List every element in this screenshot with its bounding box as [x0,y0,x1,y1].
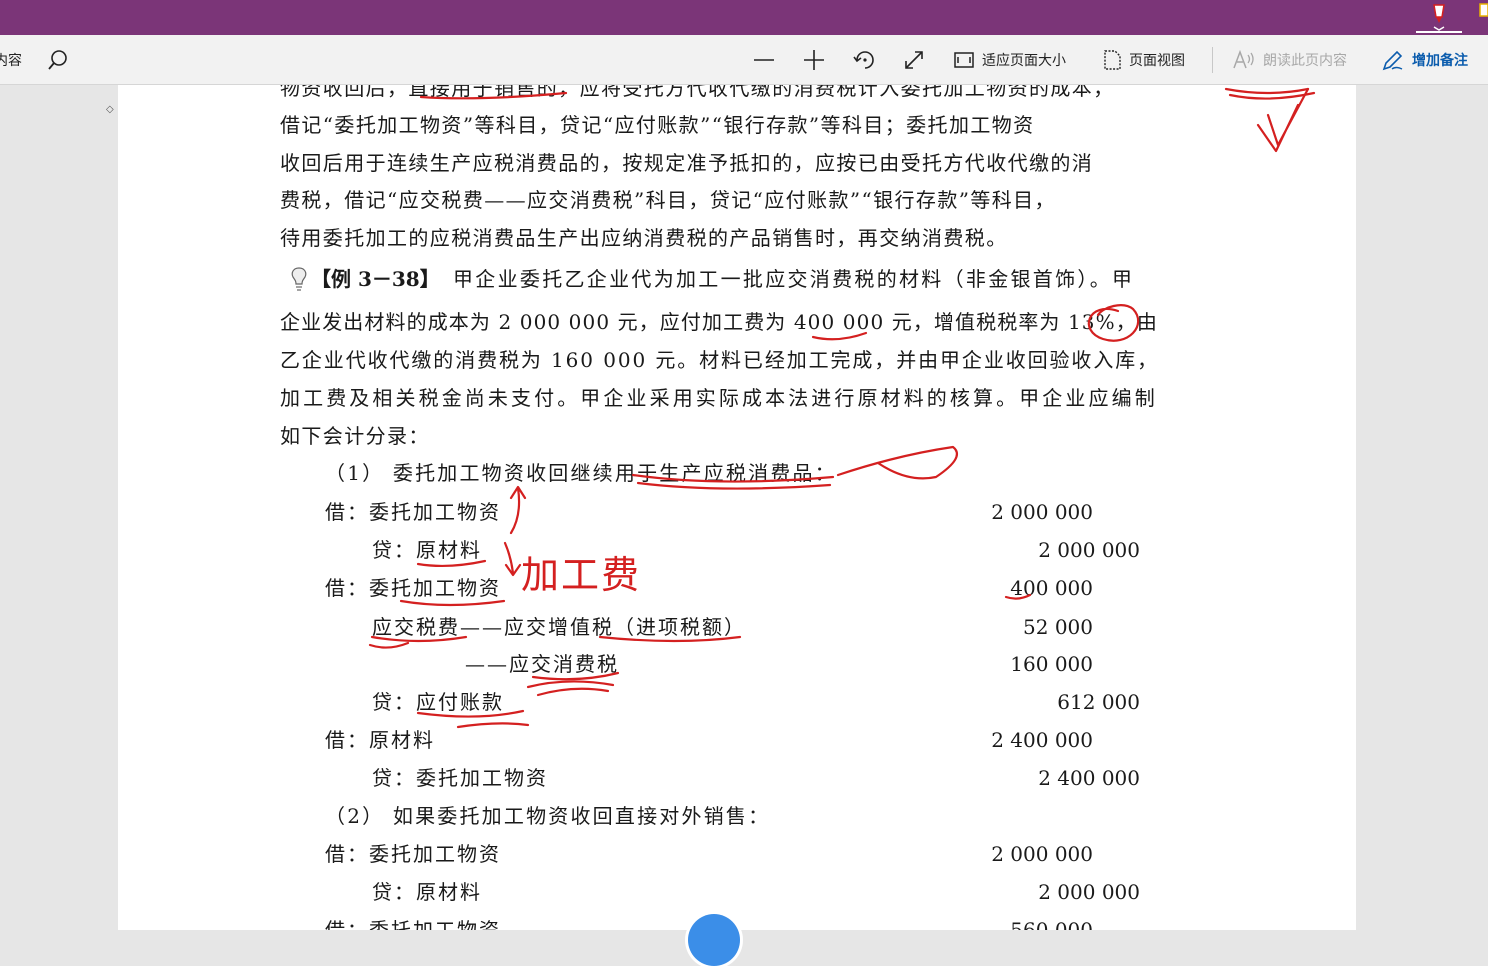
page-view-icon [1104,50,1121,70]
pen-icon [1433,4,1445,31]
entry-amount: 2 400 000 [1038,766,1140,790]
read-aloud-button[interactable]: 朗读此页内容 [1233,35,1347,85]
example-line: 甲企业委托乙企业代为加工一批应交消费税的材料（非金银首饰）。甲 [453,267,1135,291]
entry-text: 贷：原材料 [372,538,482,562]
body-line: 物资收回后，直接用于销售的，应将受托方代收代缴的消费税计入委托加工物资的成本， [280,85,1115,100]
entry-text: 贷：原材料 [372,880,482,904]
add-notes-button[interactable]: 增加备注 [1382,35,1468,85]
title-bar [0,0,1488,35]
highlighter-icon[interactable] [1476,2,1488,26]
page-view-button[interactable]: 页面视图 [1103,35,1185,85]
add-notes-label: 增加备注 [1412,53,1468,69]
read-aloud-label: 朗读此页内容 [1263,53,1347,69]
fullscreen-button[interactable] [903,35,925,85]
body-line: 借记“委托加工物资”等科目，贷记“应付账款”“银行存款”等科目；委托加工物资 [280,113,1035,137]
ink-scribble-consumption-tax [526,671,620,697]
handwritten-annotation: 加工费 [521,553,642,597]
entry-amount: 2 000 000 [991,500,1093,524]
read-aloud-icon [1233,50,1254,69]
section-heading: （2） 如果委托加工物资收回直接对外销售： [325,804,771,828]
ink-arrow-down [503,541,522,577]
entry-text: 借：委托加工物资 [325,918,501,930]
zoom-in-button[interactable] [803,35,825,85]
entry-text: 借：原材料 [325,728,435,752]
entry-text: 应交税费——应交增值税（进项税额） [372,615,746,639]
entry-text: 贷：委托加工物资 [372,766,548,790]
fit-page-label: 适应页面大小 [982,53,1066,69]
zoom-out-button[interactable] [753,35,775,85]
zoom-in-icon [804,50,824,70]
floating-action-button[interactable] [688,914,740,966]
ink-scribble [1224,87,1316,100]
section-heading: （1） 委托加工物资收回继续用于生产应税消费品： [325,461,837,485]
lightbulb-icon [288,266,310,297]
entry-amount: 2 400 000 [991,728,1093,752]
entry-amount: 560 000 [1010,918,1093,930]
read-content-cut-label[interactable]: 内容 [0,35,22,85]
example-label: 【例 3－38】 [311,267,440,291]
ink-arrow-up [509,485,527,535]
document-page: 物资收回后，直接用于销售的，应将受托方代收代缴的消费税计入委托加工物资的成本， … [118,85,1356,930]
ink-underline-entrusted [399,599,506,607]
example-line: 企业发出材料的成本为 2 000 000 元，应付加工费为 400 000 元，… [280,310,1158,334]
entry-amount: 400 000 [1010,576,1093,600]
ink-arrow-scribble [836,445,958,480]
entry-text: ——应交消费税 [465,652,619,676]
rotate-button[interactable] [853,35,877,85]
entry-amount: 52 000 [1023,615,1093,639]
reader-toolbar: 内容 适应页面大小 页面视图 朗读此页内容 增加备注 [0,35,1488,85]
fit-page-icon [954,52,974,68]
body-line: 收回后用于连续生产应税消费品的，按规定准予抵扣的，应按已由受托方代收代缴的消 [280,151,1094,175]
scroll-marker: ◇ [106,104,114,115]
fit-page-button[interactable]: 适应页面大小 [954,35,1066,85]
rotate-icon [853,51,874,69]
body-line: 费税，借记“应交税费——应交消费税”科目，贷记“应付账款”“银行存款”等科目， [280,188,1056,212]
example-line: 乙企业代收代缴的消费税为 160 000 元。材料已经加工完成，并由甲企业收回验… [280,348,1160,372]
body-line: 待用委托加工的应税消费品生产出应纳消费税的产品销售时，再交纳消费税。 [280,226,1008,250]
pen-tool-tab[interactable] [1416,2,1462,33]
example-line: 如下会计分录： [280,424,430,448]
example-line: 加工费及相关税金尚未支付。甲企业采用实际成本法进行原材料的核算。甲企业应编制 [280,386,1158,410]
entry-text: 借：委托加工物资 [325,576,501,600]
entry-text: 贷：应付账款 [372,690,504,714]
zoom-out-icon [754,59,774,61]
left-cut-label: 内容 [0,53,22,69]
search-icon [48,50,67,70]
toolbar-divider [1212,47,1213,73]
search-button[interactable] [47,35,69,85]
entry-amount: 2 000 000 [991,842,1093,866]
entry-amount: 160 000 [1010,652,1093,676]
fullscreen-icon [905,51,923,69]
ink-check-mark [1256,87,1310,153]
entry-text: 借：委托加工物资 [325,500,501,524]
entry-amount: 2 000 000 [1038,880,1140,904]
page-view-label: 页面视图 [1129,53,1185,69]
entry-text: 借：委托加工物资 [325,842,501,866]
add-notes-icon [1382,50,1403,71]
entry-amount: 2 000 000 [1038,538,1140,562]
entry-amount: 612 000 [1057,690,1140,714]
